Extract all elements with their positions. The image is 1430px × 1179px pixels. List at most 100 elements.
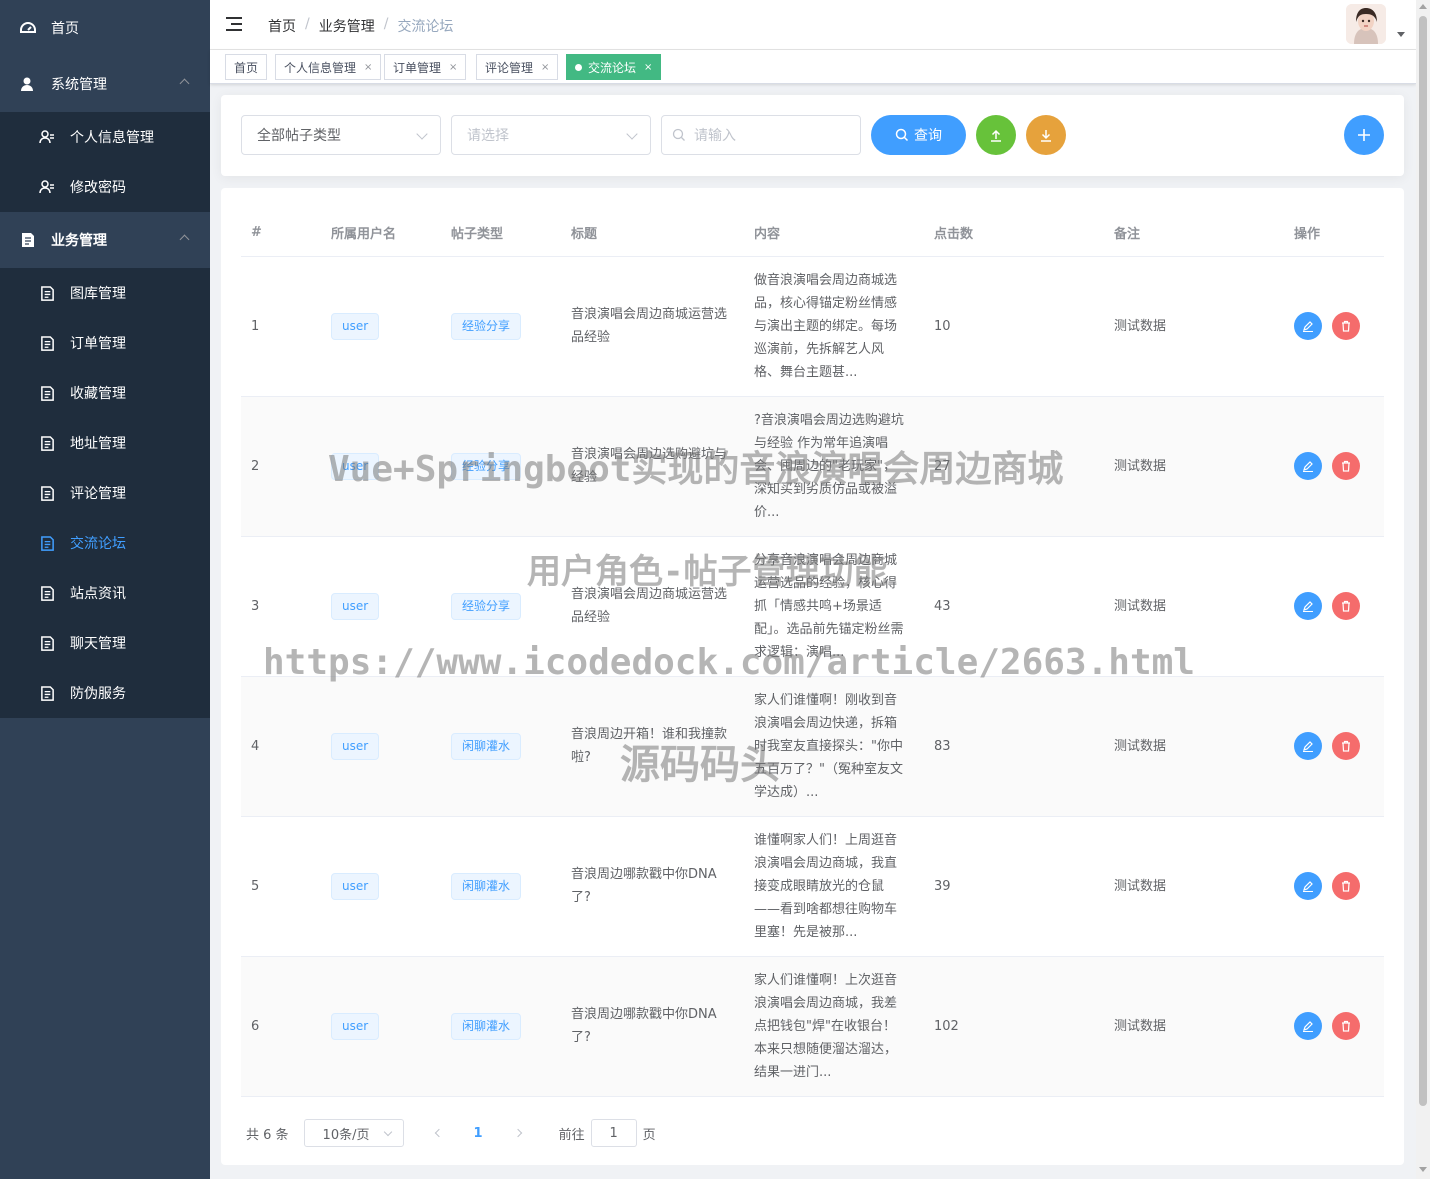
user-cell: user (321, 396, 441, 537)
chevron-down-icon (383, 1127, 392, 1137)
scrollbar-thumb[interactable] (1419, 16, 1427, 1106)
post-title: 音浪演唱会周边商城运营选品经验 (571, 587, 728, 625)
type-cell: 闲聊灌水 (441, 956, 561, 1097)
delete-button[interactable] (1332, 1012, 1360, 1040)
dashboard-icon (20, 20, 36, 36)
user-badge: user (331, 732, 380, 760)
submenu-system: 个人信息管理 修改密码 (0, 112, 210, 212)
type-badge: 经验分享 (451, 312, 522, 340)
tag-label: 个人信息管理 (284, 60, 357, 75)
close-icon[interactable]: × (449, 62, 457, 73)
forum-table: # 所属用户名 帖子类型 标题 内容 点击数 备注 操作 1 user 经验分享 音浪演唱会周边商城… (241, 210, 1384, 1097)
page-scrollbar[interactable] (1416, 0, 1430, 1179)
prev-page-icon[interactable] (434, 1128, 443, 1138)
filter-bar: 全部帖子类型 请选择 请输入 查询 (221, 95, 1404, 176)
caret-down-icon[interactable] (1397, 32, 1405, 37)
goto-page-input[interactable]: 1 (590, 1119, 637, 1147)
clicks-cell: 27 (924, 396, 1104, 537)
sidebar-item-5[interactable]: 评论管理 (0, 468, 210, 518)
type-cell: 闲聊灌水 (441, 816, 561, 957)
edit-button[interactable] (1294, 1012, 1322, 1040)
next-page-icon[interactable] (513, 1128, 522, 1138)
goto-suffix: 页 (642, 1127, 656, 1143)
sidebar-item-label: 图库管理 (70, 286, 126, 302)
sidebar-item-6[interactable]: 交流论坛 (0, 518, 210, 568)
row-number: 3 (241, 536, 321, 677)
tag-label: 首页 (234, 60, 259, 75)
sidebar-item-8[interactable]: 聊天管理 (0, 618, 210, 668)
search-icon (672, 128, 685, 141)
page-number-current[interactable]: 1 (474, 1126, 483, 1141)
sidebar-item-label: 个人信息管理 (70, 130, 154, 146)
sidebar-item-7[interactable]: 站点资讯 (0, 568, 210, 618)
query-button[interactable]: 查询 (871, 115, 966, 155)
user-cell: user (321, 256, 441, 397)
trash-icon (1342, 1020, 1350, 1032)
column-header: # (241, 210, 321, 257)
column-header: 帖子类型 (441, 210, 561, 257)
download-icon (1041, 130, 1051, 142)
remark-cell: 测试数据 (1104, 256, 1284, 397)
table-row: 2 user 经验分享 音浪演唱会周边选购避坑与经验 ?音浪演唱会周边选购避坑与经验 作… (241, 396, 1384, 537)
delete-button[interactable] (1332, 732, 1360, 760)
page-size-value: 10条/页 (322, 1127, 370, 1143)
sidebar-item-2[interactable]: 订单管理 (0, 318, 210, 368)
type-badge: 闲聊灌水 (451, 1012, 522, 1040)
scroll-down-icon[interactable] (1419, 1167, 1427, 1172)
menu-item-business[interactable]: 业务管理 (0, 212, 210, 268)
avatar[interactable] (1346, 4, 1386, 44)
sidebar-item-password[interactable]: 修改密码 (0, 162, 210, 212)
tag-3[interactable]: 订单管理 × (384, 54, 467, 80)
add-button[interactable] (1344, 115, 1384, 155)
form-icon (39, 285, 55, 301)
type-badge: 经验分享 (451, 592, 522, 620)
edit-button[interactable] (1294, 312, 1322, 340)
menu-item-home[interactable]: 首页 (0, 0, 210, 56)
close-icon[interactable]: × (644, 62, 652, 73)
page-size-select[interactable]: 10条/页 (303, 1119, 404, 1147)
breadcrumb-item[interactable]: 业务管理 (319, 16, 375, 36)
sidebar-item-label: 交流论坛 (70, 536, 126, 552)
sidebar-item-profile[interactable]: 个人信息管理 (0, 112, 210, 162)
delete-button[interactable] (1332, 592, 1360, 620)
breadcrumb-item[interactable]: 首页 (268, 16, 296, 36)
sidebar-item-3[interactable]: 收藏管理 (0, 368, 210, 418)
sidebar-item-label: 修改密码 (70, 180, 126, 196)
ops-cell (1284, 676, 1384, 817)
tag-1[interactable]: 首页 (225, 54, 268, 80)
search-input[interactable]: 请输入 (661, 115, 861, 155)
tag-2[interactable]: 个人信息管理 × (275, 54, 382, 80)
delete-button[interactable] (1332, 452, 1360, 480)
menu-item-system[interactable]: 系统管理 (0, 56, 210, 112)
delete-button[interactable] (1332, 312, 1360, 340)
close-icon[interactable]: × (541, 62, 549, 73)
user-badge: user (331, 1012, 380, 1040)
user-cell: user (321, 816, 441, 957)
user-cell: user (321, 676, 441, 817)
type-badge: 闲聊灌水 (451, 732, 522, 760)
table-card: # 所属用户名 帖子类型 标题 内容 点击数 备注 操作 1 user 经验分享 音浪演唱会周边商城… (221, 188, 1404, 1165)
table-row: 3 user 经验分享 音浪演唱会周边商城运营选品经验 分享音浪演唱会周边商城运营选品的… (241, 536, 1384, 677)
post-type-select[interactable]: 全部帖子类型 (241, 115, 441, 155)
submenu-business: 图库管理订单管理 收藏管理 地址管理评论管理交流论坛站点资讯 聊天管理 防伪服务 (0, 268, 210, 718)
tag-4[interactable]: 评论管理 × (476, 54, 559, 80)
edit-button[interactable] (1294, 732, 1322, 760)
edit-button[interactable] (1294, 592, 1322, 620)
delete-button[interactable] (1332, 872, 1360, 900)
sidebar: 首页 系统管理 个人信息管理 修改密码 业务管理 图库管理订单管理 收藏管理 地址管… (0, 0, 210, 1179)
tag-5[interactable]: 交流论坛 × (566, 54, 662, 80)
edit-button[interactable] (1294, 872, 1322, 900)
sidebar-item-1[interactable]: 图库管理 (0, 268, 210, 318)
sidebar-item-9[interactable]: 防伪服务 (0, 668, 210, 718)
edit-button[interactable] (1294, 452, 1322, 480)
hamburger-icon[interactable] (226, 15, 244, 33)
second-select[interactable]: 请选择 (451, 115, 651, 155)
user-cell: user (321, 536, 441, 677)
table-row: 6 user 闲聊灌水 音浪周边哪款戳中你DNA了? 家人们谁懂啊！上次逛音浪演唱会周边… (241, 956, 1384, 1097)
download-button[interactable] (1026, 115, 1066, 155)
sidebar-item-4[interactable]: 地址管理 (0, 418, 210, 468)
sidebar-item-label: 评论管理 (70, 486, 126, 502)
scroll-up-icon[interactable] (1419, 4, 1427, 9)
upload-button[interactable] (976, 115, 1016, 155)
close-icon[interactable]: × (364, 62, 372, 73)
